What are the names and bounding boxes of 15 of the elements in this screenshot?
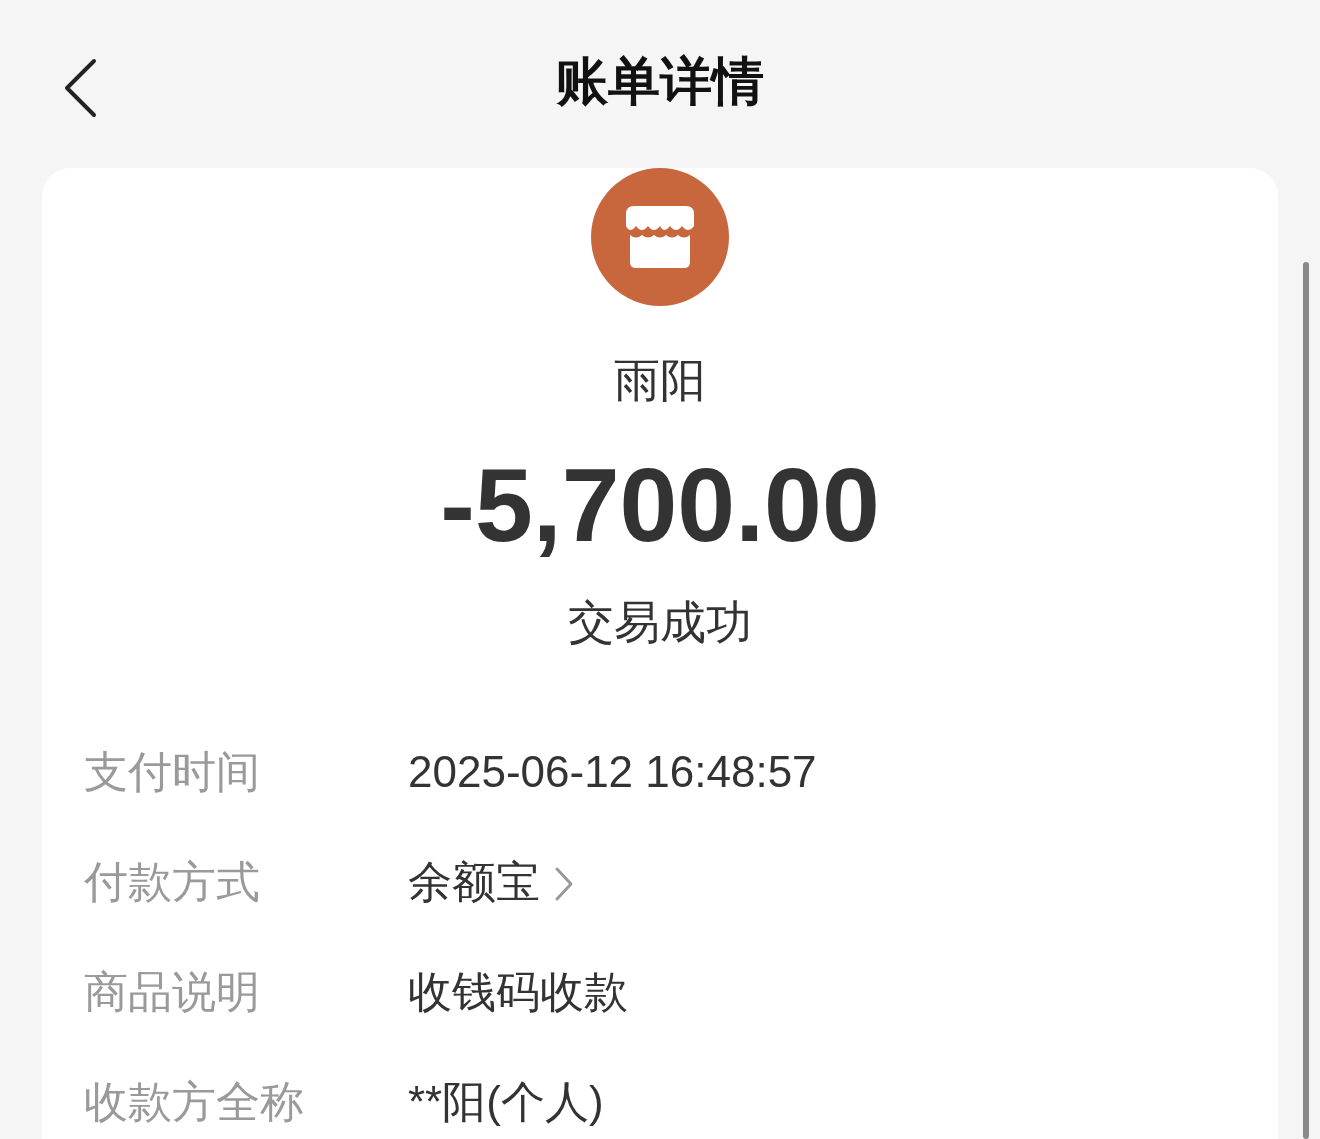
page-title: 账单详情 — [556, 51, 764, 112]
scrollbar-icon — [1302, 262, 1310, 1139]
detail-label: 付款方式 — [84, 856, 261, 908]
detail-label: 商品说明 — [84, 966, 261, 1018]
detail-value: 2025-06-12 16:48:57 — [408, 746, 817, 798]
amount: -5,700.00 — [439, 450, 881, 560]
transaction-status: 交易成功 — [567, 595, 753, 650]
detail-label: 支付时间 — [84, 746, 261, 798]
back-icon — [62, 58, 98, 118]
payment-method-link[interactable]: 余额宝 — [408, 849, 574, 915]
detail-label: 收款方全称 — [84, 1076, 305, 1128]
payee-name: 雨阳 — [613, 353, 707, 408]
chevron-right-icon — [554, 866, 574, 902]
detail-value: 收钱码收款 — [408, 966, 628, 1018]
detail-value: **阳(个人) — [408, 1076, 604, 1128]
